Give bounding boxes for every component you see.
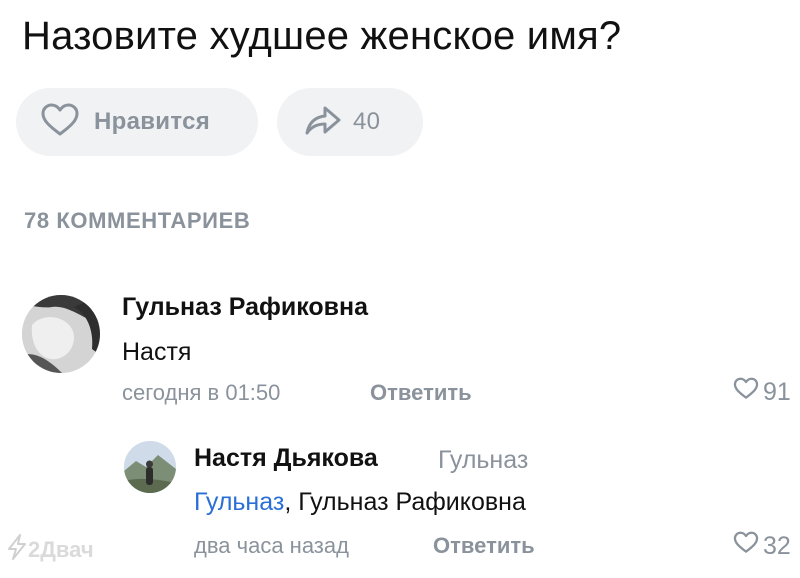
comment-author[interactable]: Настя Дьякова: [194, 444, 378, 473]
heart-icon: [733, 531, 759, 561]
watermark-text: 2Двач: [28, 537, 94, 562]
like-label: Нравится: [94, 108, 211, 135]
like-button[interactable]: Нравится: [16, 88, 258, 156]
like-count: 32: [763, 531, 791, 560]
comment-timestamp: сегодня в 01:50: [122, 380, 281, 405]
share-arrow-icon: [303, 103, 343, 142]
lightning-icon: [6, 534, 28, 566]
comment-text: Гульназ, Гульназ Рафиковна: [194, 488, 526, 517]
mention-link[interactable]: Гульназ: [194, 488, 284, 516]
post-title: Назовите худшее женское имя?: [22, 14, 622, 58]
share-button[interactable]: 40: [277, 88, 423, 156]
comment-text-rest: , Гульназ Рафиковна: [284, 488, 526, 516]
like-count: 91: [763, 377, 791, 406]
comment-like-button[interactable]: 91: [733, 377, 791, 407]
comments-count: 78 КОММЕНТАРИЕВ: [24, 208, 251, 233]
comment-text: Настя: [122, 338, 192, 366]
share-count: 40: [353, 108, 381, 135]
reply-button[interactable]: Ответить: [370, 380, 472, 406]
avatar[interactable]: [22, 295, 100, 373]
comment-author[interactable]: Гульназ Рафиковна: [122, 293, 368, 322]
avatar[interactable]: [124, 441, 176, 493]
reply-to-name[interactable]: Гульназ: [438, 446, 528, 475]
watermark: 2Двач: [6, 534, 94, 566]
heart-icon: [733, 377, 759, 407]
comment-timestamp: два часа назад: [194, 533, 349, 558]
heart-icon: [40, 103, 80, 142]
comment-like-button[interactable]: 32: [733, 531, 791, 561]
reply-button[interactable]: Ответить: [433, 533, 535, 559]
